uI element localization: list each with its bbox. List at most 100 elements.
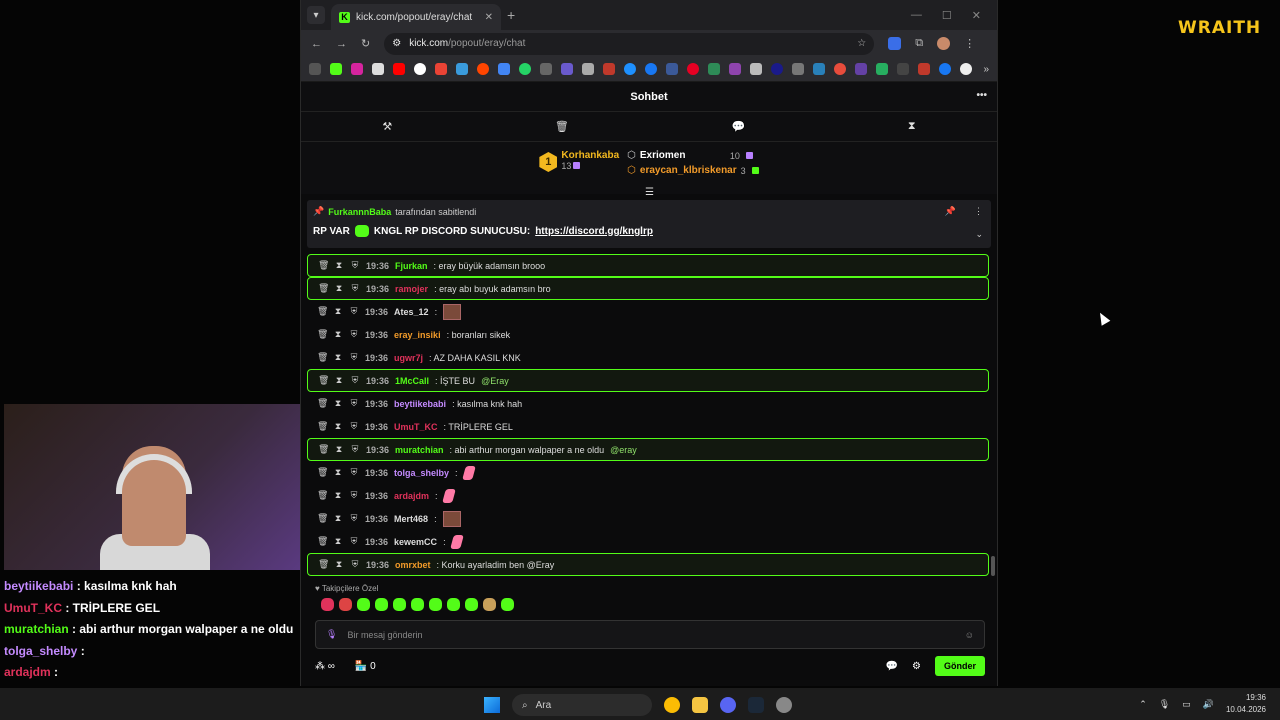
chat-message[interactable]: 🗑 ⧗ ⛨ 19:36 kewemCC: bbox=[307, 530, 989, 553]
timeout-icon[interactable]: ⧗ bbox=[333, 421, 343, 432]
bookmark-icon[interactable] bbox=[918, 63, 930, 75]
chat-scrollbar[interactable] bbox=[991, 556, 995, 576]
chat-message[interactable]: 🗑 ⧗ ⛨ 19:36 tolga_shelby: bbox=[307, 461, 989, 484]
timeout-icon[interactable]: ⧗ bbox=[334, 375, 344, 386]
delete-message-icon[interactable]: 🗑 bbox=[317, 467, 328, 478]
google-bookmark-icon[interactable] bbox=[414, 63, 426, 75]
delete-message-icon[interactable]: 🗑 bbox=[317, 329, 328, 340]
timeout-icon[interactable]: ⧗ bbox=[333, 329, 343, 340]
reload-icon[interactable]: ↻ bbox=[361, 37, 370, 50]
delete-message-icon[interactable]: 🗑 bbox=[318, 559, 329, 570]
emote-icon[interactable] bbox=[447, 598, 460, 611]
emote-icon[interactable] bbox=[501, 598, 514, 611]
kick-bookmark-icon[interactable] bbox=[330, 63, 342, 75]
pinterest-bookmark-icon[interactable] bbox=[687, 63, 699, 75]
emote-icon[interactable] bbox=[393, 598, 406, 611]
message-username[interactable]: kewemCC bbox=[394, 537, 437, 547]
message-username[interactable]: Fjurkan bbox=[395, 261, 428, 271]
taskbar-search[interactable]: ⌕ Ara bbox=[512, 694, 652, 716]
bookmark-icon[interactable] bbox=[834, 63, 846, 75]
pinned-more-icon[interactable]: ⋮ bbox=[974, 206, 983, 217]
mic-tray-icon[interactable]: 🎙 bbox=[1159, 699, 1170, 710]
steam-icon[interactable] bbox=[748, 697, 764, 713]
delete-message-icon[interactable]: 🗑 bbox=[318, 375, 329, 386]
chat-message[interactable]: 🗑 ⧗ ⛨ 19:36 ardajdm: bbox=[307, 484, 989, 507]
chat-input[interactable] bbox=[347, 629, 955, 640]
obs-icon[interactable] bbox=[776, 697, 792, 713]
bookmark-icon[interactable] bbox=[729, 63, 741, 75]
site-info-icon[interactable]: ⚙ bbox=[392, 38, 401, 49]
chat-message[interactable]: 🗑 ⧗ ⛨ 19:36 Mert468: bbox=[307, 507, 989, 530]
message-username[interactable]: ugwr7j bbox=[394, 353, 423, 363]
bookmark-icon[interactable] bbox=[750, 63, 762, 75]
minimize-icon[interactable]: — bbox=[911, 9, 922, 22]
facebook-bookmark-icon[interactable] bbox=[645, 63, 657, 75]
bookmark-icon[interactable] bbox=[561, 63, 573, 75]
x-bookmark-icon[interactable] bbox=[372, 63, 384, 75]
apps-grid-icon[interactable] bbox=[309, 63, 321, 75]
emote-icon[interactable] bbox=[483, 598, 496, 611]
timeout-icon[interactable]: ⧗ bbox=[334, 283, 344, 294]
message-mention[interactable]: @Eray bbox=[481, 376, 509, 386]
bookmark-star-icon[interactable]: ☆ bbox=[857, 38, 866, 49]
chevron-up-icon[interactable]: ⌃ bbox=[1139, 699, 1147, 710]
bookmark-icon[interactable] bbox=[666, 63, 678, 75]
collapse-leaderboard-icon[interactable]: ☰ bbox=[645, 187, 654, 198]
timeout-icon[interactable]: ⧗ bbox=[333, 467, 343, 478]
delete-message-icon[interactable]: 🗑 bbox=[317, 513, 328, 524]
delete-message-icon[interactable]: 🗑 bbox=[317, 352, 328, 363]
bookmark-icon[interactable] bbox=[813, 63, 825, 75]
chat-message[interactable]: 🗑 ⧗ ⛨ 19:36 omrxbet: Korku ayarladim ben @Er… bbox=[307, 553, 989, 576]
forward-icon[interactable]: → bbox=[336, 38, 347, 50]
settings-gear-icon[interactable]: ⚙ bbox=[912, 661, 921, 672]
taskbar-clock[interactable]: 19:36 10.04.2026 bbox=[1226, 692, 1266, 716]
close-window-icon[interactable]: ✕ bbox=[972, 9, 981, 22]
chrome-icon[interactable] bbox=[664, 697, 680, 713]
browser-tab[interactable]: K kick.com/popout/eray/chat ✕ bbox=[331, 4, 501, 30]
slow-mode-icon[interactable]: ⧗ bbox=[908, 120, 916, 133]
delete-message-icon[interactable]: 🗑 bbox=[317, 306, 328, 317]
clear-chat-icon[interactable]: 🗑 bbox=[555, 120, 569, 133]
network-icon[interactable]: ▭ bbox=[1182, 699, 1191, 710]
translate-bookmark-icon[interactable] bbox=[498, 63, 510, 75]
browser-menu-icon[interactable]: ⋮ bbox=[964, 37, 975, 50]
delete-message-icon[interactable]: 🗑 bbox=[318, 283, 329, 294]
tab-search-icon[interactable]: ▾ bbox=[307, 6, 325, 24]
bookmark-icon[interactable] bbox=[456, 63, 468, 75]
timeout-icon[interactable]: ⧗ bbox=[333, 398, 343, 409]
new-tab-icon[interactable]: + bbox=[507, 7, 515, 23]
unpin-icon[interactable]: 📌 bbox=[945, 206, 956, 217]
reddit-bookmark-icon[interactable] bbox=[477, 63, 489, 75]
message-username[interactable]: UmuT_KC bbox=[394, 422, 438, 432]
message-username[interactable]: Mert468 bbox=[394, 514, 428, 524]
delete-message-icon[interactable]: 🗑 bbox=[317, 536, 328, 547]
timeout-icon[interactable]: ⧗ bbox=[334, 260, 344, 271]
maximize-icon[interactable]: ☐ bbox=[942, 9, 952, 22]
more-bookmarks-icon[interactable]: » bbox=[983, 64, 989, 75]
chat-message[interactable]: 🗑 ⧗ ⛨ 19:36 1McCall: İŞTE BU @Eray bbox=[307, 369, 989, 392]
timeout-icon[interactable]: ⧗ bbox=[333, 352, 343, 363]
volume-icon[interactable]: 🔊 bbox=[1203, 699, 1214, 710]
bookmark-icon[interactable] bbox=[603, 63, 615, 75]
emote-icon[interactable] bbox=[321, 598, 334, 611]
message-username[interactable]: ardajdm bbox=[394, 491, 429, 501]
message-username[interactable]: Ates_12 bbox=[394, 307, 429, 317]
message-username[interactable]: beytiikebabi bbox=[394, 399, 446, 409]
chat-message[interactable]: 🗑 ⧗ ⛨ 19:36 muratchian: abi arthur morgan wa… bbox=[307, 438, 989, 461]
instagram-bookmark-icon[interactable] bbox=[351, 63, 363, 75]
windows-start-icon[interactable] bbox=[484, 697, 500, 713]
emote-icon[interactable] bbox=[411, 598, 424, 611]
delete-message-icon[interactable]: 🗑 bbox=[318, 260, 329, 271]
message-username[interactable]: muratchian bbox=[395, 445, 444, 455]
back-icon[interactable]: ← bbox=[311, 38, 322, 50]
url-field[interactable]: ⚙ kick.com/popout/eray/chat ☆ bbox=[384, 32, 875, 55]
timeout-icon[interactable]: ⧗ bbox=[334, 444, 344, 455]
profile-avatar-icon[interactable] bbox=[937, 37, 951, 50]
chat-more-icon[interactable]: ••• bbox=[976, 90, 987, 101]
message-username[interactable]: 1McCall bbox=[395, 376, 429, 386]
emote-icon[interactable] bbox=[357, 598, 370, 611]
chevron-down-icon[interactable]: ⌄ bbox=[975, 229, 983, 240]
bookmark-icon[interactable] bbox=[897, 63, 909, 75]
pinned-by-user[interactable]: FurkannnBaba bbox=[328, 207, 391, 217]
chat-bubble-icon[interactable]: 💬 bbox=[886, 661, 898, 672]
